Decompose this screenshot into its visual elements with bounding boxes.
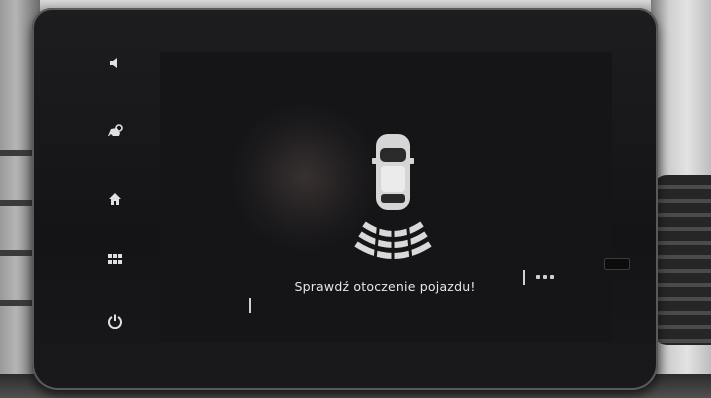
power-icon bbox=[108, 314, 122, 329]
power-button[interactable] bbox=[102, 308, 128, 334]
rear-sensor-arcs-icon bbox=[354, 219, 432, 261]
car-top-view-icon bbox=[372, 134, 414, 210]
divider-right bbox=[523, 270, 525, 285]
parking-sensor-graphic bbox=[354, 134, 432, 261]
divider-left bbox=[249, 298, 251, 313]
head-unit: Sprawdź otoczenie pojazdu! bbox=[32, 8, 658, 390]
volume-icon bbox=[110, 58, 117, 68]
display-screen: Sprawdź otoczenie pojazdu! bbox=[160, 52, 612, 342]
home-icon bbox=[109, 193, 121, 205]
driving-assist-button[interactable] bbox=[102, 118, 128, 144]
more-options-button[interactable] bbox=[533, 271, 557, 283]
more-dots-icon bbox=[536, 275, 540, 279]
usb-port bbox=[604, 258, 630, 270]
air-vent bbox=[653, 175, 711, 345]
home-button[interactable] bbox=[102, 186, 128, 212]
parking-alert-message: Sprawdź otoczenie pojazdu! bbox=[294, 279, 476, 294]
apps-grid-icon bbox=[108, 254, 122, 264]
apps-button[interactable] bbox=[102, 246, 128, 272]
driving-assist-icon bbox=[108, 124, 123, 138]
volume-button[interactable] bbox=[102, 50, 128, 76]
